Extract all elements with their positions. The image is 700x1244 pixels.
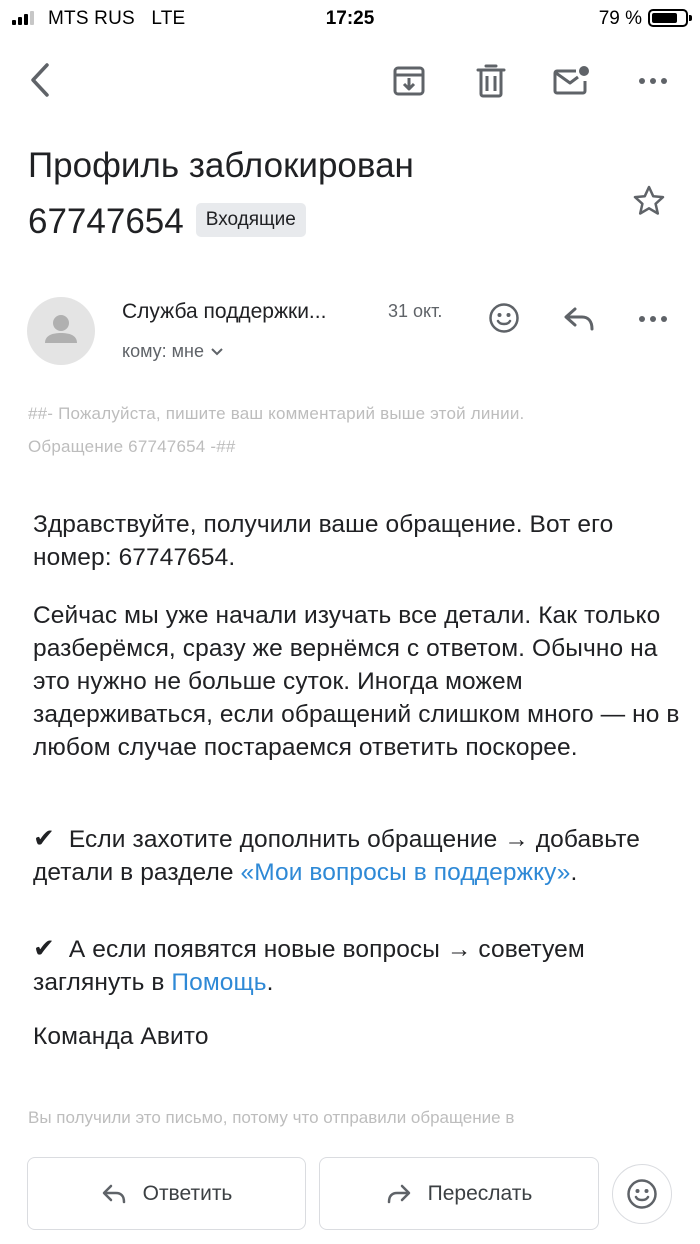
bullet-add-details: ✔ Если захотите дополнить обращение → доб… <box>33 822 683 889</box>
bullet-new-questions: ✔ А если появятся новые вопросы → советуе… <box>33 932 683 999</box>
more-vertical-icon <box>639 316 667 322</box>
forward-action-button[interactable]: Переслать <box>319 1157 599 1230</box>
more-vertical-icon <box>639 78 667 84</box>
subject-line: Профиль заблокирован <box>28 146 414 185</box>
sender-avatar[interactable] <box>27 297 95 365</box>
signature: Команда Авито <box>33 1023 209 1050</box>
forward-button-label: Переслать <box>427 1181 533 1205</box>
archive-button[interactable] <box>386 58 432 104</box>
chevron-down-icon <box>211 347 223 355</box>
reply-button-label: Ответить <box>142 1181 233 1205</box>
quote-separator-line: ##- Пожалуйста, пишите ваш комментарий в… <box>28 404 525 423</box>
greeting-paragraph: Здравствуйте, получили ваше обращение. В… <box>33 511 614 571</box>
archive-icon <box>393 66 425 96</box>
subject-number: 67747654 <box>28 202 184 241</box>
battery-percent: 79 % <box>598 8 642 29</box>
my-support-questions-link[interactable]: «Мои вопросы в поддержку» <box>241 859 571 886</box>
help-link[interactable]: Помощь <box>171 969 266 996</box>
mark-unread-button[interactable] <box>548 58 594 104</box>
sender-name[interactable]: Служба поддержки... <box>122 300 326 324</box>
details-paragraph: Сейчас мы уже начали изучать все детали.… <box>33 602 680 761</box>
smiley-icon <box>489 303 519 333</box>
email-date: 31 окт. <box>388 301 443 321</box>
bullet-end: . <box>266 969 274 996</box>
delete-button[interactable] <box>468 58 514 104</box>
emoji-reaction-button[interactable] <box>482 296 526 340</box>
reply-action-button[interactable]: Ответить <box>27 1157 306 1230</box>
inbox-label-badge[interactable]: Входящие <box>195 202 306 237</box>
bullet-end: . <box>570 859 578 886</box>
mark-unread-icon <box>553 66 589 95</box>
star-button[interactable] <box>626 178 672 224</box>
person-icon <box>45 315 77 343</box>
star-icon <box>633 185 665 215</box>
recipient-label: кому: мне <box>122 341 204 361</box>
reply-icon <box>102 1184 125 1203</box>
trash-icon <box>476 64 506 98</box>
recipient-details-toggle[interactable]: кому: мне <box>122 341 224 362</box>
smiley-icon <box>627 1179 657 1209</box>
reply-icon <box>564 307 594 331</box>
forward-icon <box>387 1184 410 1203</box>
battery-icon <box>648 9 692 27</box>
footer-note: Вы получили это письмо, потому что отпра… <box>28 1108 515 1127</box>
ticket-reference-line: Обращение 67747654 -## <box>28 437 236 456</box>
back-icon <box>31 63 49 97</box>
clock: 17:25 <box>325 8 375 29</box>
back-button[interactable] <box>18 58 62 102</box>
bullet-text: А если появятся новые вопросы → советуем… <box>33 936 585 996</box>
more-options-button[interactable] <box>630 58 676 104</box>
email-subject: Профиль заблокирован 67747654 Входящие <box>28 138 628 250</box>
checkmark-icon: ✔ <box>33 823 55 853</box>
checkmark-icon: ✔ <box>33 933 55 963</box>
message-more-button[interactable] <box>630 296 676 342</box>
status-bar: MTS RUS LTE 17:25 79 % <box>0 0 700 36</box>
add-reaction-button[interactable] <box>612 1164 672 1224</box>
battery-fill <box>652 13 678 23</box>
reply-button[interactable] <box>556 296 602 342</box>
